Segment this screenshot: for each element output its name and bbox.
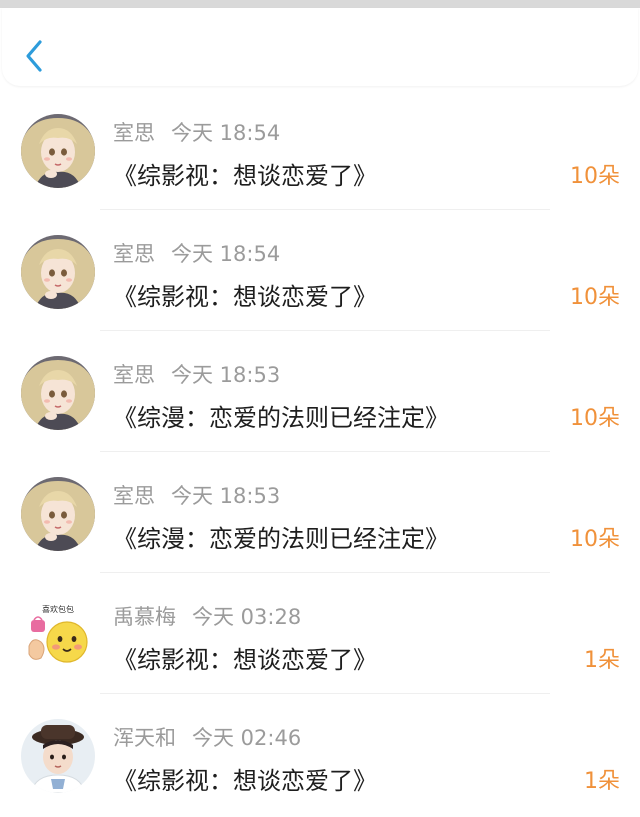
- gift-list: 室思今天 18:54 《综影视：想谈恋爱了》 10朵 室思今天 18:54: [0, 90, 640, 817]
- entry-meta: 浑天和 今天 02:46: [113, 722, 301, 752]
- avatar[interactable]: [21, 356, 95, 430]
- divider: [100, 330, 550, 331]
- avatar[interactable]: 喜欢包包: [21, 598, 95, 672]
- entry-meta: 室思 今天 18:54: [113, 238, 280, 268]
- anime-girl-avatar-icon: [21, 477, 95, 551]
- anime-girl-avatar-icon: [21, 356, 95, 430]
- list-item[interactable]: 室思 今天 18:53 《综漫：恋爱的法则已经注定》 10朵: [0, 453, 640, 573]
- list-item[interactable]: 浑天和 今天 02:46 《综影视：想谈恋爱了》 1朵: [0, 695, 640, 815]
- user-name[interactable]: 室思: [113, 242, 155, 266]
- list-item[interactable]: 室思 今天 18:53 《综漫：恋爱的法则已经注定》 10朵: [0, 332, 640, 452]
- timestamp: 今天 18:54: [171, 121, 281, 145]
- timestamp: 今天 03:28: [192, 605, 302, 629]
- header-bar: [2, 8, 638, 86]
- divider: [100, 209, 550, 210]
- chevron-left-icon: [26, 40, 42, 72]
- book-title[interactable]: 《综漫：恋爱的法则已经注定》: [113, 398, 449, 433]
- user-name[interactable]: 室思: [113, 363, 155, 387]
- timestamp: 今天 18:54: [171, 242, 281, 266]
- anime-girl-avatar-icon: [21, 114, 95, 188]
- timestamp: 今天 18:53: [171, 363, 281, 387]
- flower-count: 1朵: [584, 648, 620, 673]
- avatar[interactable]: [21, 719, 95, 793]
- user-name[interactable]: 室思: [113, 484, 155, 508]
- divider: [100, 693, 550, 694]
- divider: [100, 451, 550, 452]
- list-item[interactable]: 室思 今天 18:54 《综影视：想谈恋爱了》 10朵: [0, 90, 640, 210]
- book-title[interactable]: 《综影视：想谈恋爱了》: [113, 156, 377, 191]
- flower-count: 1朵: [584, 769, 620, 794]
- flower-count: 10朵: [570, 406, 620, 431]
- emoji-sticker-avatar-icon: 喜欢包包: [21, 598, 95, 672]
- avatar[interactable]: [21, 235, 95, 309]
- entry-meta: 室思 今天 18:54: [113, 117, 280, 147]
- back-button[interactable]: [22, 36, 50, 76]
- book-title[interactable]: 《综影视：想谈恋爱了》: [113, 277, 377, 312]
- flower-count: 10朵: [570, 164, 620, 189]
- anime-girl-avatar-icon: [21, 235, 95, 309]
- user-name[interactable]: 浑天和: [113, 726, 176, 750]
- entry-meta: 室思 今天 18:53: [113, 480, 280, 510]
- divider: [100, 572, 550, 573]
- timestamp: 今天 18:53: [171, 484, 281, 508]
- list-item[interactable]: 室思 今天 18:54 《综影视：想谈恋爱了》 10朵: [0, 211, 640, 331]
- timestamp: 今天 02:46: [192, 726, 302, 750]
- book-title[interactable]: 《综影视：想谈恋爱了》: [113, 761, 377, 796]
- user-name[interactable]: 禹慕梅: [113, 605, 176, 629]
- sticker-caption: 喜欢包包: [42, 604, 74, 614]
- avatar[interactable]: [21, 114, 95, 188]
- list-item[interactable]: 喜欢包包 禹慕梅 今天 03:28 《综影视：想谈恋爱了》 1朵: [0, 574, 640, 694]
- avatar[interactable]: [21, 477, 95, 551]
- boy-hat-avatar-icon: [21, 719, 95, 793]
- entry-meta: 室思 今天 18:53: [113, 359, 280, 389]
- book-title[interactable]: 《综漫：恋爱的法则已经注定》: [113, 519, 449, 554]
- flower-count: 10朵: [570, 527, 620, 552]
- flower-count: 10朵: [570, 285, 620, 310]
- status-strip: [0, 0, 640, 8]
- user-name[interactable]: 室思: [113, 121, 155, 145]
- entry-meta: 禹慕梅 今天 03:28: [113, 601, 301, 631]
- book-title[interactable]: 《综影视：想谈恋爱了》: [113, 640, 377, 675]
